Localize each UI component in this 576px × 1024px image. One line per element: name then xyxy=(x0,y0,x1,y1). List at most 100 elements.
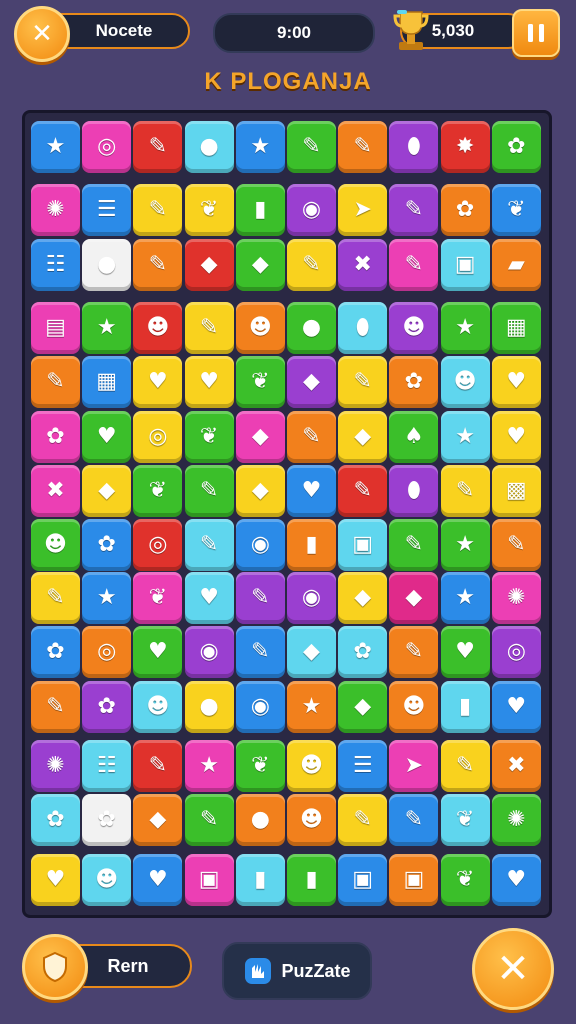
tile-r9-c2[interactable]: ★ xyxy=(82,572,132,624)
tile-r6-c4[interactable]: ❦ xyxy=(184,411,234,463)
tile-r12-c5[interactable]: ❦ xyxy=(235,740,285,792)
tile-r8-c8[interactable]: ✎ xyxy=(389,519,439,571)
tile-r9-c6[interactable]: ◉ xyxy=(287,572,336,624)
tile-r1-c1[interactable]: ★ xyxy=(31,121,80,173)
tile-r8-c2[interactable]: ✿ xyxy=(82,519,132,571)
tile-r14-c4[interactable]: ▣ xyxy=(184,854,234,906)
tile-r3-c2[interactable]: ● xyxy=(82,239,132,291)
tile-r1-c10[interactable]: ✿ xyxy=(491,121,541,173)
tile-r13-c5[interactable]: ● xyxy=(235,794,285,846)
tile-r3-c8[interactable]: ✎ xyxy=(389,239,439,291)
tile-r14-c2[interactable]: ☻ xyxy=(82,854,132,906)
tile-r11-c2[interactable]: ✿ xyxy=(82,681,132,733)
tile-r8-c1[interactable]: ☻ xyxy=(31,519,80,571)
tile-r3-c3[interactable]: ✎ xyxy=(133,239,183,291)
tile-r1-c6[interactable]: ✎ xyxy=(287,121,336,173)
tile-r4-c5[interactable]: ☻ xyxy=(235,302,285,354)
tile-r4-c4[interactable]: ✎ xyxy=(184,302,234,354)
tile-r12-c9[interactable]: ✎ xyxy=(440,740,490,792)
tile-r6-c3[interactable]: ◎ xyxy=(133,411,183,463)
tile-r5-c9[interactable]: ☻ xyxy=(440,356,490,408)
tile-r13-c2[interactable]: ✿ xyxy=(82,794,132,846)
tile-r1-c2[interactable]: ◎ xyxy=(82,121,132,173)
tile-r7-c7[interactable]: ✎ xyxy=(338,465,388,517)
tile-r4-c8[interactable]: ☻ xyxy=(389,302,439,354)
tile-r3-c5[interactable]: ◆ xyxy=(235,239,285,291)
tile-r14-c3[interactable]: ♥ xyxy=(133,854,183,906)
tile-r6-c7[interactable]: ◆ xyxy=(338,411,388,463)
tile-r10-c7[interactable]: ✿ xyxy=(338,626,388,678)
tile-r7-c10[interactable]: ▩ xyxy=(491,465,541,517)
tile-r2-c3[interactable]: ✎ xyxy=(133,184,183,236)
tile-r12-c4[interactable]: ★ xyxy=(184,740,234,792)
tile-r10-c10[interactable]: ◎ xyxy=(491,626,541,678)
puzzate-button[interactable]: PuzZate xyxy=(222,942,372,1000)
tile-r2-c7[interactable]: ➤ xyxy=(338,184,388,236)
tile-r5-c5[interactable]: ❦ xyxy=(235,356,285,408)
tile-r12-c3[interactable]: ✎ xyxy=(133,740,183,792)
close-button[interactable]: ✕ xyxy=(14,6,70,62)
tile-r12-c1[interactable]: ✺ xyxy=(31,740,80,792)
tile-r11-c9[interactable]: ▮ xyxy=(440,681,490,733)
tile-r11-c4[interactable]: ● xyxy=(184,681,234,733)
tile-r6-c9[interactable]: ★ xyxy=(440,411,490,463)
tile-r11-c3[interactable]: ☻ xyxy=(133,681,183,733)
tile-r13-c6[interactable]: ☻ xyxy=(287,794,336,846)
tile-r13-c4[interactable]: ✎ xyxy=(184,794,234,846)
tile-r4-c7[interactable]: ⬮ xyxy=(338,302,388,354)
tile-r2-c9[interactable]: ✿ xyxy=(440,184,490,236)
tile-r12-c7[interactable]: ☰ xyxy=(338,740,388,792)
tile-r3-c6[interactable]: ✎ xyxy=(287,239,336,291)
tile-r8-c3[interactable]: ◎ xyxy=(133,519,183,571)
tile-r10-c4[interactable]: ◉ xyxy=(184,626,234,678)
tile-r13-c7[interactable]: ✎ xyxy=(338,794,388,846)
tile-r1-c3[interactable]: ✎ xyxy=(133,121,183,173)
tile-r2-c10[interactable]: ❦ xyxy=(491,184,541,236)
tile-r3-c1[interactable]: ☷ xyxy=(31,239,80,291)
tile-r7-c3[interactable]: ❦ xyxy=(133,465,183,517)
tile-r14-c8[interactable]: ▣ xyxy=(389,854,439,906)
tile-r11-c6[interactable]: ★ xyxy=(287,681,336,733)
tile-r5-c3[interactable]: ♥ xyxy=(133,356,183,408)
tile-r4-c6[interactable]: ● xyxy=(287,302,336,354)
tile-r7-c4[interactable]: ✎ xyxy=(184,465,234,517)
tile-r9-c8[interactable]: ◆ xyxy=(389,572,439,624)
tile-r10-c8[interactable]: ✎ xyxy=(389,626,439,678)
tile-r3-c10[interactable]: ▰ xyxy=(491,239,541,291)
tile-r3-c7[interactable]: ✖ xyxy=(338,239,388,291)
tile-r14-c6[interactable]: ▮ xyxy=(287,854,336,906)
tile-r1-c5[interactable]: ★ xyxy=(235,121,285,173)
pause-button[interactable] xyxy=(512,9,560,57)
tile-r5-c4[interactable]: ♥ xyxy=(184,356,234,408)
tile-r6-c8[interactable]: ♠ xyxy=(389,411,439,463)
tile-r6-c6[interactable]: ✎ xyxy=(287,411,336,463)
tile-r1-c4[interactable]: ● xyxy=(184,121,234,173)
tile-r9-c1[interactable]: ✎ xyxy=(31,572,80,624)
tile-r10-c6[interactable]: ◆ xyxy=(287,626,336,678)
tile-r14-c7[interactable]: ▣ xyxy=(338,854,388,906)
tile-r2-c6[interactable]: ◉ xyxy=(287,184,336,236)
tile-r11-c5[interactable]: ◉ xyxy=(235,681,285,733)
tile-r11-c8[interactable]: ☻ xyxy=(389,681,439,733)
cancel-button[interactable]: ✕ xyxy=(472,928,554,1010)
tile-r14-c1[interactable]: ♥ xyxy=(31,854,80,906)
tile-r14-c5[interactable]: ▮ xyxy=(235,854,285,906)
tile-r4-c9[interactable]: ★ xyxy=(440,302,490,354)
tile-r4-c2[interactable]: ★ xyxy=(82,302,132,354)
tile-r8-c9[interactable]: ★ xyxy=(440,519,490,571)
tile-r5-c1[interactable]: ✎ xyxy=(31,356,80,408)
tile-r2-c2[interactable]: ☰ xyxy=(82,184,132,236)
tile-r4-c1[interactable]: ▤ xyxy=(31,302,80,354)
tile-r7-c1[interactable]: ✖ xyxy=(31,465,80,517)
tile-r13-c9[interactable]: ❦ xyxy=(440,794,490,846)
tile-r9-c5[interactable]: ✎ xyxy=(235,572,285,624)
tile-r2-c1[interactable]: ✺ xyxy=(31,184,80,236)
tile-r9-c4[interactable]: ♥ xyxy=(184,572,234,624)
tile-r8-c5[interactable]: ◉ xyxy=(235,519,285,571)
tile-r13-c1[interactable]: ✿ xyxy=(31,794,80,846)
tile-r3-c4[interactable]: ◆ xyxy=(184,239,234,291)
tile-r11-c1[interactable]: ✎ xyxy=(31,681,80,733)
tile-r5-c8[interactable]: ✿ xyxy=(389,356,439,408)
tile-r5-c10[interactable]: ♥ xyxy=(491,356,541,408)
tile-r8-c7[interactable]: ▣ xyxy=(338,519,388,571)
